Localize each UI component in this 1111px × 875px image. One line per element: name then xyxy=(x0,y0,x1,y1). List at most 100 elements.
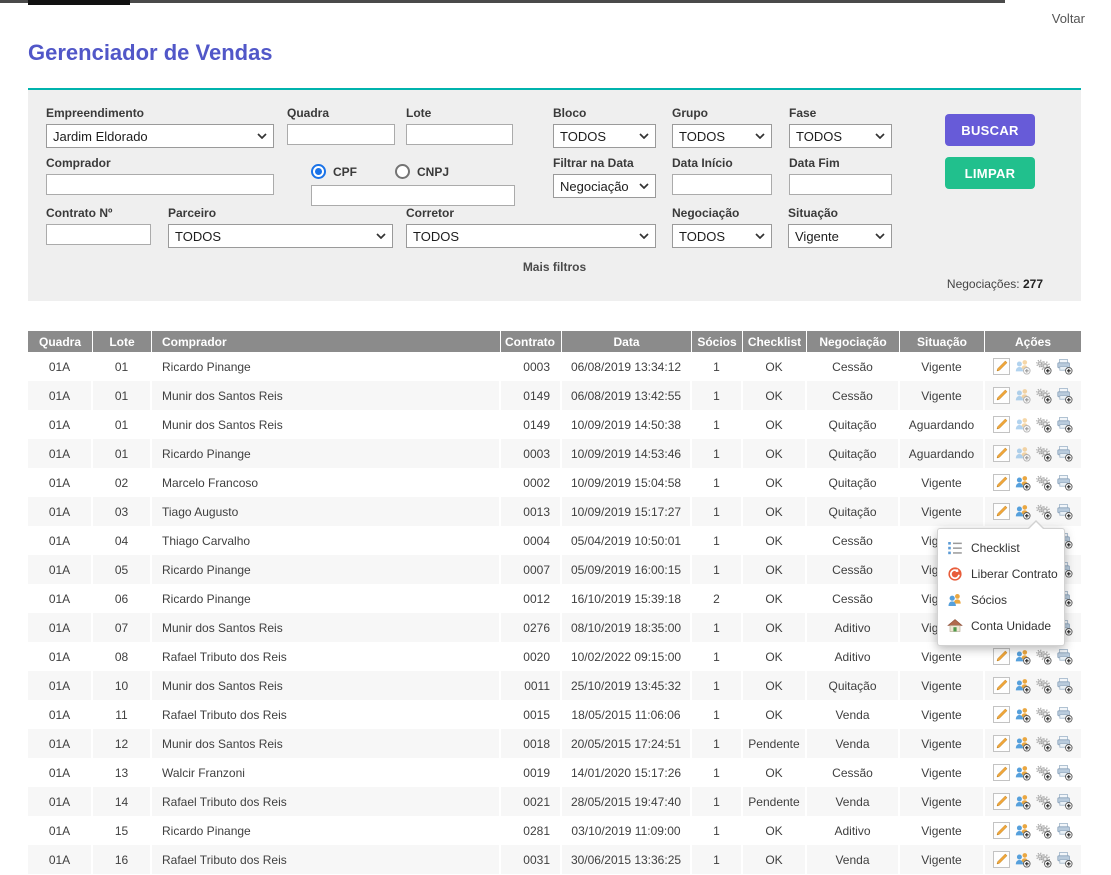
cell-situacao: Vigente xyxy=(900,497,985,526)
settings-add-icon[interactable] xyxy=(1035,793,1052,810)
print-add-icon[interactable] xyxy=(1056,503,1073,520)
add-socio-icon[interactable] xyxy=(1014,677,1031,694)
edit-icon[interactable] xyxy=(993,387,1010,404)
add-socio-icon[interactable] xyxy=(1014,851,1031,868)
print-add-icon[interactable] xyxy=(1056,474,1073,491)
menu-item-liberar-contrato[interactable]: Liberar Contrato xyxy=(938,561,1064,587)
quadra-input[interactable] xyxy=(287,124,395,145)
cell-comprador: Munir dos Santos Reis xyxy=(152,613,501,642)
settings-add-icon[interactable] xyxy=(1035,416,1052,433)
settings-add-icon[interactable] xyxy=(1035,387,1052,404)
cnpj-radio[interactable] xyxy=(395,164,410,179)
cell-lote: 11 xyxy=(93,700,152,729)
parceiro-select[interactable]: TODOS xyxy=(168,224,393,248)
settings-add-icon[interactable] xyxy=(1035,677,1052,694)
print-add-icon[interactable] xyxy=(1056,822,1073,839)
edit-icon[interactable] xyxy=(993,764,1010,781)
cell-situacao: Vigente xyxy=(900,700,985,729)
edit-icon[interactable] xyxy=(993,822,1010,839)
add-socio-icon[interactable] xyxy=(1014,358,1031,375)
fase-select[interactable]: TODOS xyxy=(789,124,892,148)
cell-contrato: 0015 xyxy=(501,700,562,729)
mais-filtros-toggle[interactable]: Mais filtros xyxy=(28,260,1081,274)
add-socio-icon[interactable] xyxy=(1014,793,1031,810)
grupo-value: TODOS xyxy=(679,129,725,144)
print-add-icon[interactable] xyxy=(1056,445,1073,462)
edit-icon[interactable] xyxy=(993,735,1010,752)
data-inicio-label: Data Início xyxy=(672,156,772,170)
settings-add-icon[interactable] xyxy=(1035,851,1052,868)
edit-icon[interactable] xyxy=(993,677,1010,694)
empreendimento-select[interactable]: Jardim Eldorado xyxy=(46,124,274,148)
menu-item-checklist[interactable]: Checklist xyxy=(938,535,1064,561)
print-add-icon[interactable] xyxy=(1056,764,1073,781)
cpf-radio[interactable] xyxy=(311,164,326,179)
contrato-n-input[interactable] xyxy=(46,224,151,245)
print-add-icon[interactable] xyxy=(1056,851,1073,868)
print-add-icon[interactable] xyxy=(1056,706,1073,723)
add-socio-icon[interactable] xyxy=(1014,822,1031,839)
cell-comprador: Munir dos Santos Reis xyxy=(152,381,501,410)
back-link[interactable]: Voltar xyxy=(1052,11,1085,26)
doc-number-input[interactable] xyxy=(311,185,515,206)
print-add-icon[interactable] xyxy=(1056,677,1073,694)
cell-socios: 1 xyxy=(692,381,743,410)
cell-comprador: Ricardo Pinange xyxy=(152,816,501,845)
settings-add-icon[interactable] xyxy=(1035,445,1052,462)
add-socio-icon[interactable] xyxy=(1014,735,1031,752)
print-add-icon[interactable] xyxy=(1056,416,1073,433)
menu-item-conta-unidade[interactable]: Conta Unidade xyxy=(938,613,1064,639)
print-add-icon[interactable] xyxy=(1056,793,1073,810)
settings-add-icon[interactable] xyxy=(1035,706,1052,723)
add-socio-icon[interactable] xyxy=(1014,445,1031,462)
situacao-select[interactable]: Vigente xyxy=(788,224,892,248)
cnpj-option[interactable]: CNPJ xyxy=(395,164,449,179)
buscar-button[interactable]: BUSCAR xyxy=(945,114,1035,146)
edit-icon[interactable] xyxy=(993,445,1010,462)
add-socio-icon[interactable] xyxy=(1014,706,1031,723)
edit-icon[interactable] xyxy=(993,793,1010,810)
edit-icon[interactable] xyxy=(993,474,1010,491)
limpar-button[interactable]: LIMPAR xyxy=(945,157,1035,189)
add-socio-icon[interactable] xyxy=(1014,648,1031,665)
cell-socios: 1 xyxy=(692,787,743,816)
add-socio-icon[interactable] xyxy=(1014,474,1031,491)
add-socio-icon[interactable] xyxy=(1014,503,1031,520)
print-add-icon[interactable] xyxy=(1056,387,1073,404)
settings-add-icon[interactable] xyxy=(1035,764,1052,781)
grupo-select[interactable]: TODOS xyxy=(672,124,772,148)
comprador-input[interactable] xyxy=(46,174,274,195)
settings-add-icon[interactable] xyxy=(1035,474,1052,491)
table-row: 01A 16 Rafael Tributo dos Reis 0031 30/0… xyxy=(28,845,1081,874)
settings-add-icon[interactable] xyxy=(1035,648,1052,665)
edit-icon[interactable] xyxy=(993,851,1010,868)
edit-icon[interactable] xyxy=(993,706,1010,723)
print-add-icon[interactable] xyxy=(1056,735,1073,752)
edit-icon[interactable] xyxy=(993,503,1010,520)
negociacao-value: TODOS xyxy=(679,229,725,244)
corretor-select[interactable]: TODOS xyxy=(406,224,656,248)
cpf-option[interactable]: CPF xyxy=(311,164,357,179)
chevron-down-icon xyxy=(376,233,386,239)
add-socio-icon[interactable] xyxy=(1014,764,1031,781)
edit-icon[interactable] xyxy=(993,358,1010,375)
settings-add-icon[interactable] xyxy=(1035,735,1052,752)
bloco-select[interactable]: TODOS xyxy=(553,124,656,148)
settings-add-icon[interactable] xyxy=(1035,503,1052,520)
cell-checklist: Pendente xyxy=(743,729,807,758)
filtrar-na-data-select[interactable]: Negociação xyxy=(553,174,656,198)
edit-icon[interactable] xyxy=(993,648,1010,665)
add-socio-icon[interactable] xyxy=(1014,387,1031,404)
cell-socios: 1 xyxy=(692,526,743,555)
data-inicio-input[interactable] xyxy=(672,174,772,195)
print-add-icon[interactable] xyxy=(1056,648,1073,665)
add-socio-icon[interactable] xyxy=(1014,416,1031,433)
menu-item-socios[interactable]: Sócios xyxy=(938,587,1064,613)
settings-add-icon[interactable] xyxy=(1035,822,1052,839)
data-fim-input[interactable] xyxy=(789,174,892,195)
settings-add-icon[interactable] xyxy=(1035,358,1052,375)
print-add-icon[interactable] xyxy=(1056,358,1073,375)
negociacao-select[interactable]: TODOS xyxy=(672,224,772,248)
lote-input[interactable] xyxy=(406,124,513,145)
edit-icon[interactable] xyxy=(993,416,1010,433)
